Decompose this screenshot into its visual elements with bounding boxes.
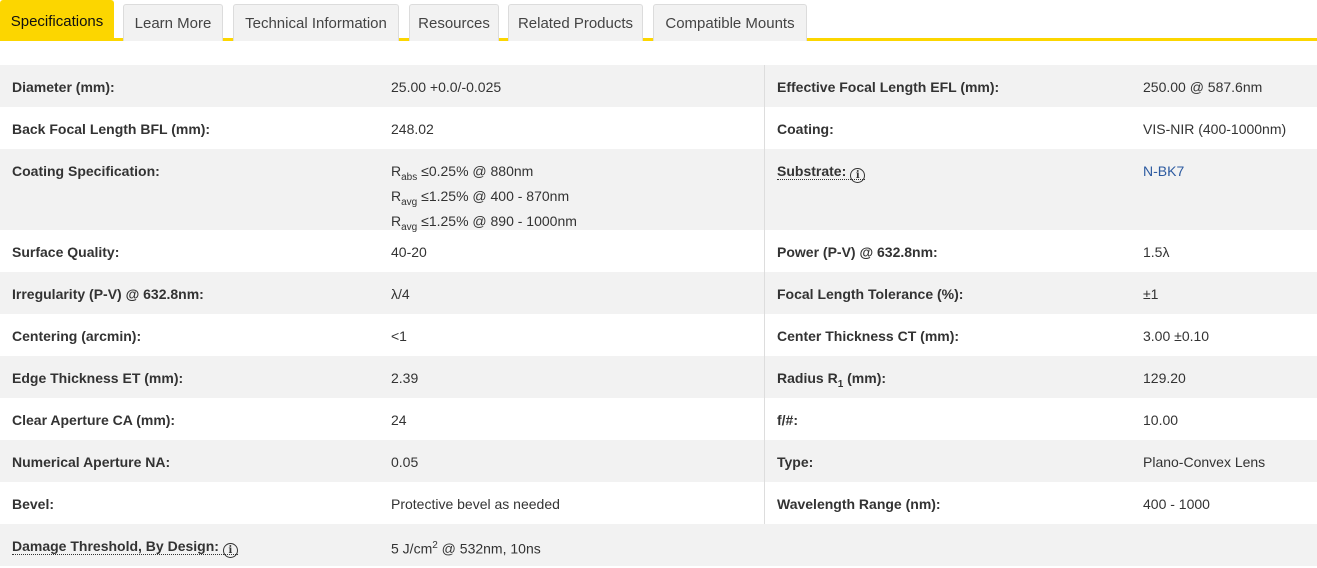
specifications-table: Diameter (mm): 25.00 +0.0/-0.025 Effecti… <box>0 65 1317 566</box>
spec-row: Edge Thickness ET (mm): 2.39 Radius R1 (… <box>0 356 1317 398</box>
tab-related-products[interactable]: Related Products <box>508 4 643 41</box>
tab-compatible-mounts[interactable]: Compatible Mounts <box>653 4 807 41</box>
spec-row: Bevel: Protective bevel as needed Wavele… <box>0 482 1317 524</box>
spec-label-bevel: Bevel: <box>12 496 55 512</box>
spec-value-coating-specification: Rabs ≤0.25% @ 880nm Ravg ≤1.25% @ 400 - … <box>391 162 764 236</box>
spec-value-damage-threshold: 5 J/cm2 @ 532nm, 10ns <box>391 540 541 557</box>
spec-row: Numerical Aperture NA: 0.05 Type: Plano-… <box>0 440 1317 482</box>
spec-label-numerical-aperture: Numerical Aperture NA: <box>12 454 171 470</box>
spec-value-centering: <1 <box>391 328 407 344</box>
spec-value-power: 1.5λ <box>1143 244 1170 260</box>
spec-value-substrate: N-BK7 <box>1143 162 1317 180</box>
spec-row: Clear Aperture CA (mm): 24 f/#: 10.00 <box>0 398 1317 440</box>
spec-value-edge-thickness: 2.39 <box>391 370 419 386</box>
spec-row: Diameter (mm): 25.00 +0.0/-0.025 Effecti… <box>0 65 1317 107</box>
spec-label-edge-thickness: Edge Thickness ET (mm): <box>12 370 184 386</box>
spec-row: Back Focal Length BFL (mm): 248.02 Coati… <box>0 107 1317 149</box>
spec-value-bfl: 248.02 <box>391 121 434 137</box>
spec-value-surface-quality: 40-20 <box>391 244 427 260</box>
coating-spec-line: Ravg ≤1.25% @ 890 - 1000nm <box>391 212 577 233</box>
spec-value-clear-aperture: 24 <box>391 412 407 428</box>
spec-row: Centering (arcmin): <1 Center Thickness … <box>0 314 1317 356</box>
spec-label-f-number: f/#: <box>764 398 1143 440</box>
spec-label-power: Power (P-V) @ 632.8nm: <box>764 230 1143 272</box>
coating-spec-line: Ravg ≤1.25% @ 400 - 870nm <box>391 187 570 208</box>
spec-value-center-thickness: 3.00 ±0.10 <box>1143 328 1210 344</box>
tab-resources[interactable]: Resources <box>409 4 499 41</box>
spec-label-type: Type: <box>764 440 1143 482</box>
spec-label-irregularity: Irregularity (P-V) @ 632.8nm: <box>12 286 204 302</box>
spec-label-focal-length-tolerance: Focal Length Tolerance (%): <box>764 272 1143 314</box>
spec-label-clear-aperture: Clear Aperture CA (mm): <box>12 412 176 428</box>
spec-value-focal-length-tolerance: ±1 <box>1143 286 1159 302</box>
spec-value-efl: 250.00 @ 587.6nm <box>1143 79 1263 95</box>
spec-label-center-thickness: Center Thickness CT (mm): <box>764 314 1143 356</box>
spec-label-efl: Effective Focal Length EFL (mm): <box>764 65 1143 107</box>
spec-value-radius: 129.20 <box>1143 370 1186 386</box>
tab-specifications[interactable]: Specifications <box>0 0 114 41</box>
tab-bar: Specifications Learn More Technical Info… <box>0 0 1317 41</box>
spec-empty-cell <box>764 524 1143 566</box>
spec-row: Damage Threshold, By Design: i 5 J/cm2 @ … <box>0 524 1317 566</box>
substrate-link[interactable]: N-BK7 <box>1143 163 1184 179</box>
spec-value-wavelength-range: 400 - 1000 <box>1143 496 1210 512</box>
spec-label-radius: Radius R1 (mm): <box>764 356 1143 398</box>
spec-value-irregularity: λ/4 <box>391 286 410 302</box>
spec-value-bevel: Protective bevel as needed <box>391 496 560 512</box>
spec-value-type: Plano-Convex Lens <box>1143 454 1266 470</box>
spec-value-numerical-aperture: 0.05 <box>391 454 419 470</box>
spec-value-diameter: 25.00 +0.0/-0.025 <box>391 79 502 95</box>
spec-label-substrate[interactable]: Substrate: i <box>764 149 1143 230</box>
tab-technical-information[interactable]: Technical Information <box>233 4 399 41</box>
spec-row: Coating Specification: Rabs ≤0.25% @ 880… <box>0 149 1317 232</box>
spec-label-damage-threshold[interactable]: Damage Threshold, By Design: i <box>0 537 391 558</box>
spec-label-surface-quality: Surface Quality: <box>12 244 120 260</box>
info-icon[interactable]: i <box>850 168 866 183</box>
spec-label-coating-specification: Coating Specification: <box>12 163 160 179</box>
spec-value-f-number: 10.00 <box>1143 412 1179 428</box>
spec-value-coating: VIS-NIR (400-1000nm) <box>1143 121 1287 137</box>
tab-learn-more[interactable]: Learn More <box>123 4 223 41</box>
spec-label-wavelength-range: Wavelength Range (nm): <box>764 482 1143 524</box>
info-icon[interactable]: i <box>222 543 238 558</box>
spec-label-bfl: Back Focal Length BFL (mm): <box>12 121 211 137</box>
spec-label-diameter: Diameter (mm): <box>12 79 115 95</box>
coating-spec-line: Rabs ≤0.25% @ 880nm <box>391 163 534 183</box>
spec-label-coating: Coating: <box>764 107 1143 149</box>
spec-row: Irregularity (P-V) @ 632.8nm: λ/4 Focal … <box>0 272 1317 314</box>
spec-label-centering: Centering (arcmin): <box>12 328 142 344</box>
